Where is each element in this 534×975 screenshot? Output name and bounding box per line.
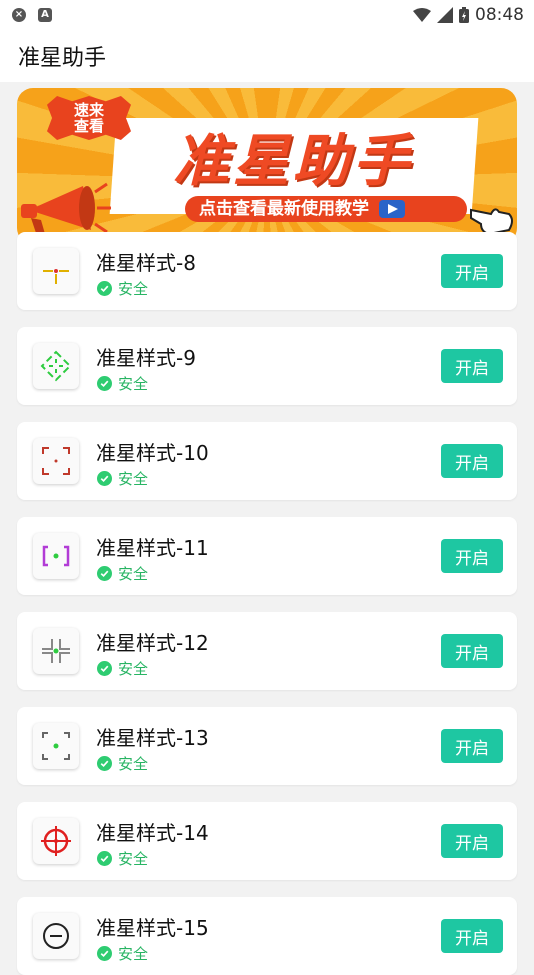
- open-button[interactable]: 开启: [441, 919, 503, 953]
- signal-icon: [437, 7, 453, 23]
- safe-status: 安全: [97, 848, 148, 869]
- shield-check-icon: [97, 281, 112, 296]
- safe-status: 安全: [97, 658, 148, 679]
- crosshair-gray-cross-icon: [33, 628, 79, 674]
- safe-label: 安全: [118, 470, 149, 488]
- shield-check-icon: [97, 851, 112, 866]
- safe-status: 安全: [97, 468, 148, 489]
- crosshair-red-corners-icon: [33, 438, 79, 484]
- safe-label: 安全: [118, 755, 149, 773]
- item-title: 准星样式-8: [96, 251, 196, 275]
- tutorial-banner[interactable]: 准星助手 点击查看最新使用教学 速来 查看: [17, 88, 517, 244]
- item-title: 准星样式-15: [96, 916, 209, 940]
- shield-check-icon: [97, 946, 112, 961]
- list-item: 准星样式-11 安全 开启: [17, 517, 517, 595]
- item-title: 准星样式-11: [96, 536, 209, 560]
- list-item: 准星样式-9 安全 开启: [17, 327, 517, 405]
- crosshair-red-scope-icon: [33, 818, 79, 864]
- open-button[interactable]: 开启: [441, 539, 503, 573]
- wifi-icon: [413, 8, 431, 22]
- shield-x-icon: ×: [12, 8, 26, 22]
- list-item: 准星样式-13 安全 开启: [17, 707, 517, 785]
- shield-check-icon: [97, 376, 112, 391]
- crosshair-black-circle-icon: [33, 913, 79, 959]
- shield-check-icon: [97, 566, 112, 581]
- battery-icon: [459, 7, 469, 23]
- safe-status: 安全: [97, 753, 148, 774]
- status-bar: × A 08:48: [0, 0, 534, 30]
- safe-status: 安全: [97, 373, 148, 394]
- safe-label: 安全: [118, 280, 149, 298]
- open-button[interactable]: 开启: [441, 254, 503, 288]
- item-title: 准星样式-12: [96, 631, 209, 655]
- item-title: 准星样式-9: [96, 346, 196, 370]
- list-item: 准星样式-12 安全 开启: [17, 612, 517, 690]
- page-title: 准星助手: [18, 46, 107, 71]
- shield-check-icon: [97, 661, 112, 676]
- open-button[interactable]: 开启: [441, 634, 503, 668]
- crosshair-corner-dot-icon: [33, 723, 79, 769]
- crosshair-purple-bracket-icon: [33, 533, 79, 579]
- safe-label: 安全: [118, 660, 149, 678]
- safe-label: 安全: [118, 850, 149, 868]
- safe-label: 安全: [118, 945, 149, 963]
- list-item: 准星样式-14 安全 开启: [17, 802, 517, 880]
- megaphone-icon: [21, 182, 111, 236]
- item-title: 准星样式-13: [96, 726, 209, 750]
- item-title: 准星样式-10: [96, 441, 209, 465]
- crosshair-yellow-icon: [33, 248, 79, 294]
- banner-badge: 速来 查看: [47, 96, 131, 140]
- list-item: 准星样式-10 安全 开启: [17, 422, 517, 500]
- open-button[interactable]: 开启: [441, 824, 503, 858]
- app-bar: 准星助手: [0, 30, 534, 82]
- status-time: 08:48: [475, 5, 524, 25]
- safe-status: 安全: [97, 278, 148, 299]
- shield-check-icon: [97, 471, 112, 486]
- shield-check-icon: [97, 756, 112, 771]
- safe-status: 安全: [97, 563, 148, 584]
- safe-label: 安全: [118, 565, 149, 583]
- list-item: 准星样式-15 安全 开启: [17, 897, 517, 975]
- safe-status: 安全: [97, 943, 148, 964]
- open-button[interactable]: 开启: [441, 444, 503, 478]
- crosshair-green-circle-icon: [33, 343, 79, 389]
- open-button[interactable]: 开启: [441, 729, 503, 763]
- a-icon: A: [38, 8, 52, 22]
- play-icon: [378, 200, 405, 218]
- safe-label: 安全: [118, 375, 149, 393]
- banner-subtitle: 点击查看最新使用教学: [185, 196, 467, 222]
- list-item: 准星样式-8 安全 开启: [17, 232, 517, 310]
- open-button[interactable]: 开启: [441, 349, 503, 383]
- item-title: 准星样式-14: [96, 821, 209, 845]
- banner-title: 准星助手: [173, 129, 413, 194]
